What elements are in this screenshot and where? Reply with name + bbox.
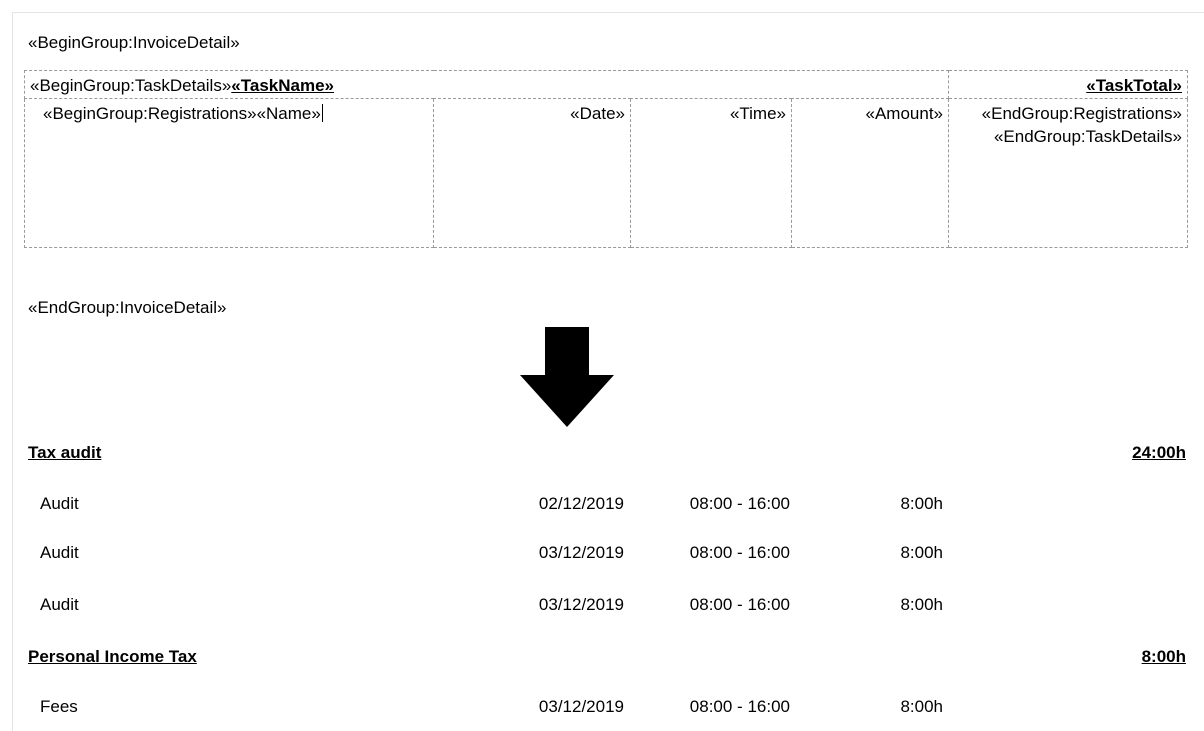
date-cell[interactable]: «Date» <box>433 98 631 248</box>
registration-amount: 8:00h <box>900 494 943 513</box>
registration-date: 02/12/2019 <box>538 494 624 513</box>
registration-time: 08:00 - 16:00 <box>689 494 790 513</box>
name-cell[interactable]: «BeginGroup:Registrations»«Name» <box>24 98 434 248</box>
time-field[interactable]: «Time» <box>730 104 786 123</box>
task-heading-row: Personal Income Tax 8:00h <box>28 647 1188 671</box>
registration-date: 03/12/2019 <box>538 697 624 716</box>
registration-row: Audit 03/12/2019 08:00 - 16:00 8:00h <box>28 543 1188 567</box>
task-heading-row: Tax audit 24:00h <box>28 443 1188 467</box>
task-header-template-row: «BeginGroup:TaskDetails»«TaskName» «Task… <box>24 70 1188 99</box>
task-name: Tax audit <box>28 443 102 462</box>
begin-registrations-field[interactable]: «BeginGroup:Registrations» <box>43 104 257 123</box>
registration-time: 08:00 - 16:00 <box>689 595 790 614</box>
registration-time: 08:00 - 16:00 <box>689 697 790 716</box>
task-total: 8:00h <box>1141 647 1186 666</box>
date-field[interactable]: «Date» <box>570 104 625 123</box>
task-total-field[interactable]: «TaskTotal» <box>1086 76 1182 95</box>
registration-template-row: «BeginGroup:Registrations»«Name» «Date» … <box>24 98 1188 248</box>
registration-row: Fees 03/12/2019 08:00 - 16:00 8:00h <box>28 697 1188 721</box>
task-name-field[interactable]: «TaskName» <box>231 76 334 95</box>
amount-field[interactable]: «Amount» <box>866 104 944 123</box>
registration-amount: 8:00h <box>900 543 943 562</box>
registration-row: Audit 02/12/2019 08:00 - 16:00 8:00h <box>28 494 1188 518</box>
registration-date: 03/12/2019 <box>538 543 624 562</box>
registration-time: 08:00 - 16:00 <box>689 543 790 562</box>
end-groups-cell[interactable]: «EndGroup:Registrations» «EndGroup:TaskD… <box>948 98 1188 248</box>
registration-amount: 8:00h <box>900 595 943 614</box>
registration-name: Audit <box>40 543 79 562</box>
begin-task-details-field[interactable]: «BeginGroup:TaskDetails» <box>30 76 231 95</box>
task-name-cell[interactable]: «BeginGroup:TaskDetails»«TaskName» <box>24 70 949 99</box>
begin-invoice-detail-field[interactable]: «BeginGroup:InvoiceDetail» <box>28 33 240 53</box>
down-arrow-icon <box>520 327 614 427</box>
registration-row: Audit 03/12/2019 08:00 - 16:00 8:00h <box>28 595 1188 619</box>
registration-date: 03/12/2019 <box>538 595 624 614</box>
task-total: 24:00h <box>1132 443 1186 462</box>
task-total-cell[interactable]: «TaskTotal» <box>948 70 1188 99</box>
time-cell[interactable]: «Time» <box>630 98 792 248</box>
end-registrations-field[interactable]: «EndGroup:Registrations» <box>954 102 1182 125</box>
registration-amount: 8:00h <box>900 697 943 716</box>
end-task-details-field[interactable]: «EndGroup:TaskDetails» <box>954 125 1182 148</box>
template-table: «BeginGroup:TaskDetails»«TaskName» «Task… <box>24 70 1188 248</box>
amount-cell[interactable]: «Amount» <box>791 98 949 248</box>
registration-name: Audit <box>40 595 79 614</box>
registration-name: Fees <box>40 697 78 716</box>
registration-name: Audit <box>40 494 79 513</box>
text-cursor <box>321 104 323 122</box>
end-invoice-detail-field[interactable]: «EndGroup:InvoiceDetail» <box>28 298 226 318</box>
name-field[interactable]: «Name» <box>257 104 321 123</box>
task-name: Personal Income Tax <box>28 647 197 666</box>
